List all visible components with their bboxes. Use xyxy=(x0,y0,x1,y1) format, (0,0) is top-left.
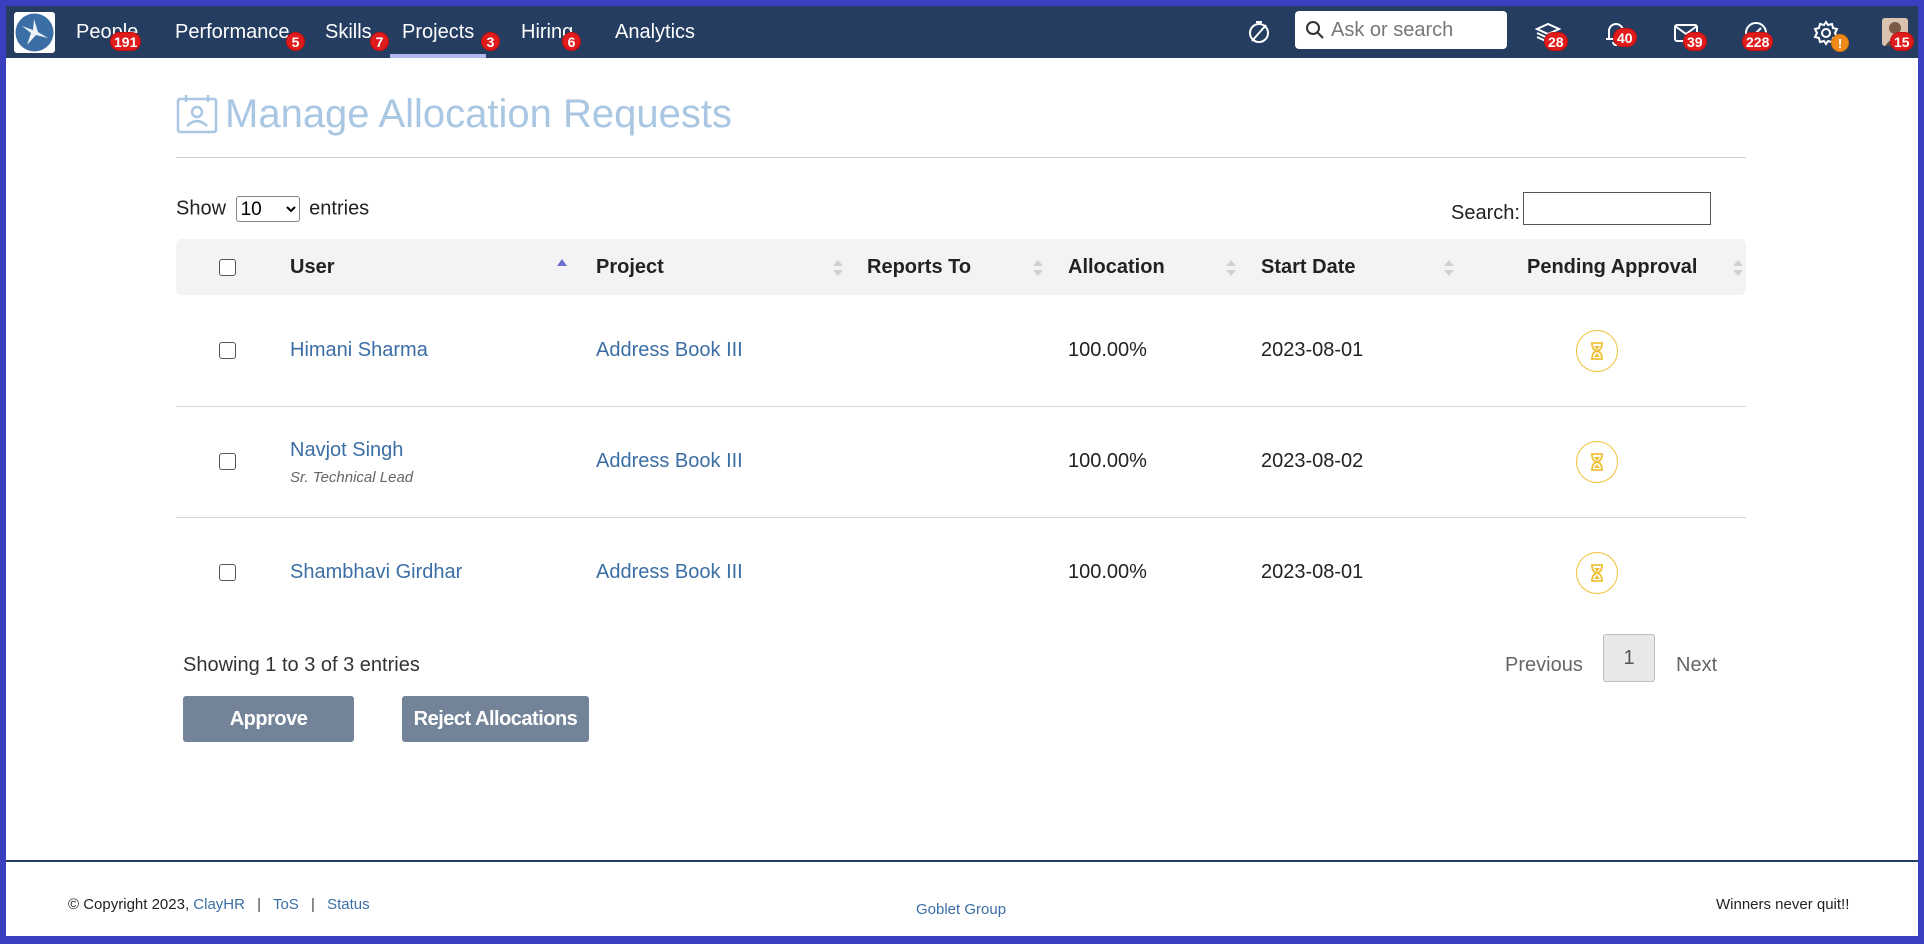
current-page-button[interactable]: 1 xyxy=(1603,634,1655,682)
gear-warning-badge: ! xyxy=(1831,34,1849,52)
column-header-project-label: Project xyxy=(596,256,664,278)
search-icon xyxy=(1306,21,1324,39)
user-link[interactable]: Shambhavi Girdhar xyxy=(290,561,462,584)
column-header-start-date-label: Start Date xyxy=(1261,256,1356,278)
page-title: Manage Allocation Requests xyxy=(225,92,732,136)
nav-projects-badge: 3 xyxy=(481,32,500,51)
nav-projects[interactable]: Projects 3 xyxy=(390,6,500,58)
footer-separator: | xyxy=(257,896,262,913)
footer-motto: Winners never quit!! xyxy=(1716,896,1850,913)
global-search-placeholder: Ask or search xyxy=(1331,19,1454,41)
nav-hiring[interactable]: Hiring 6 xyxy=(521,6,581,58)
global-search-input[interactable]: Ask or search xyxy=(1295,11,1507,49)
column-header-allocation-label: Allocation xyxy=(1068,256,1165,278)
project-link[interactable]: Address Book III xyxy=(596,450,743,473)
sort-both-icon[interactable] xyxy=(1032,257,1044,279)
column-header-pending-approval-label: Pending Approval xyxy=(1527,256,1698,278)
column-header-allocation[interactable]: Allocation xyxy=(1068,239,1165,295)
tos-link[interactable]: ToS xyxy=(273,896,299,913)
show-entries-control: Show 10 entries xyxy=(176,196,369,222)
start-date-cell: 2023-08-01 xyxy=(1261,339,1364,361)
table-search-input[interactable] xyxy=(1523,192,1711,225)
start-date-cell: 2023-08-02 xyxy=(1261,450,1364,472)
avatar-badge: 15 xyxy=(1890,32,1914,51)
user-job-title: Sr. Technical Lead xyxy=(290,469,414,486)
pending-approval-button[interactable] xyxy=(1576,552,1618,594)
footer: © Copyright 2023, ClayHR | ToS | Status … xyxy=(6,860,1918,936)
clayhr-link[interactable]: ClayHR xyxy=(193,896,245,913)
bell-badge: 40 xyxy=(1613,28,1637,47)
row-checkbox[interactable] xyxy=(219,342,236,359)
pending-approval-button[interactable] xyxy=(1576,330,1618,372)
column-header-pending-approval[interactable]: Pending Approval xyxy=(1527,239,1697,295)
table-row: Himani Sharma Address Book III 100.00% 2… xyxy=(176,296,1746,407)
column-header-reports-to[interactable]: Reports To xyxy=(867,239,971,295)
nav-analytics[interactable]: Analytics xyxy=(615,6,695,58)
page-size-select[interactable]: 10 xyxy=(235,196,300,222)
footer-left: © Copyright 2023, ClayHR | ToS | Status xyxy=(68,896,370,913)
select-all-checkbox[interactable] xyxy=(219,259,236,276)
footer-separator: | xyxy=(311,896,315,913)
stack-badge: 28 xyxy=(1544,32,1568,51)
start-date-cell: 2023-08-01 xyxy=(1261,561,1364,583)
project-link[interactable]: Address Book III xyxy=(596,561,743,584)
allocation-cell: 100.00% xyxy=(1068,450,1147,472)
approve-allocations-button[interactable]: Approve Allocations xyxy=(183,696,354,776)
sort-asc-icon[interactable] xyxy=(556,257,568,279)
hourglass-icon xyxy=(1591,342,1603,360)
top-navbar: People 191 Performance 5 Skills 7 Projec… xyxy=(6,6,1918,58)
column-header-project[interactable]: Project xyxy=(596,239,664,295)
allocation-cell: 100.00% xyxy=(1068,339,1147,361)
nav-projects-label: Projects xyxy=(402,21,475,43)
sort-both-icon[interactable] xyxy=(1225,257,1237,279)
nav-performance-badge: 5 xyxy=(286,32,305,51)
row-checkbox[interactable] xyxy=(219,564,236,581)
group-link[interactable]: Goblet Group xyxy=(916,901,1006,918)
column-header-reports-to-label: Reports To xyxy=(867,256,972,278)
allocation-cell: 100.00% xyxy=(1068,561,1147,583)
stopwatch-off-icon[interactable] xyxy=(1246,19,1272,45)
column-header-start-date[interactable]: Start Date xyxy=(1261,239,1355,295)
previous-page-button[interactable]: Previous xyxy=(1505,654,1583,677)
column-header-user-label: User xyxy=(290,256,335,278)
table-row: Shambhavi Girdhar Address Book III 100.0… xyxy=(176,518,1746,629)
show-label: Show xyxy=(176,197,227,220)
project-link[interactable]: Address Book III xyxy=(596,339,743,362)
column-header-user[interactable]: User xyxy=(290,239,334,295)
sort-both-icon[interactable] xyxy=(1443,257,1455,279)
nav-skills-badge: 7 xyxy=(370,32,389,51)
next-page-button[interactable]: Next xyxy=(1676,654,1717,677)
sort-both-icon[interactable] xyxy=(832,257,844,279)
pending-approval-button[interactable] xyxy=(1576,441,1618,483)
nav-people[interactable]: People 191 xyxy=(76,6,142,58)
table-search-label: Search: xyxy=(1451,202,1520,224)
sort-both-icon[interactable] xyxy=(1732,257,1744,279)
table-info: Showing 1 to 3 of 3 entries xyxy=(183,654,420,676)
nav-analytics-label: Analytics xyxy=(615,21,696,43)
app-logo[interactable] xyxy=(14,12,55,53)
page-header: Manage Allocation Requests xyxy=(176,90,1746,158)
reject-allocations-button[interactable]: Reject Allocations xyxy=(402,696,589,742)
nav-people-badge: 191 xyxy=(110,32,142,51)
app-frame: People 191 Performance 5 Skills 7 Projec… xyxy=(6,6,1918,936)
nav-performance-label: Performance xyxy=(175,21,290,43)
user-link[interactable]: Himani Sharma xyxy=(290,339,428,362)
user-link[interactable]: Navjot Singh xyxy=(290,439,403,462)
nav-skills[interactable]: Skills 7 xyxy=(325,6,389,58)
mail-badge: 39 xyxy=(1683,32,1707,51)
speedometer-badge: 228 xyxy=(1742,32,1774,51)
table-header: User Project Reports To Allocation Start… xyxy=(176,239,1746,295)
table-row: Navjot Singh Sr. Technical Lead Address … xyxy=(176,407,1746,518)
nav-skills-label: Skills xyxy=(325,21,372,43)
nav-hiring-badge: 6 xyxy=(562,32,581,51)
hourglass-icon xyxy=(1591,453,1603,471)
id-card-icon xyxy=(176,94,218,139)
hourglass-icon xyxy=(1591,564,1603,582)
entries-label: entries xyxy=(309,197,370,220)
nav-performance[interactable]: Performance 5 xyxy=(175,6,305,58)
copyright-text: © Copyright 2023, xyxy=(68,896,190,913)
row-checkbox[interactable] xyxy=(219,453,236,470)
status-link[interactable]: Status xyxy=(327,896,370,913)
